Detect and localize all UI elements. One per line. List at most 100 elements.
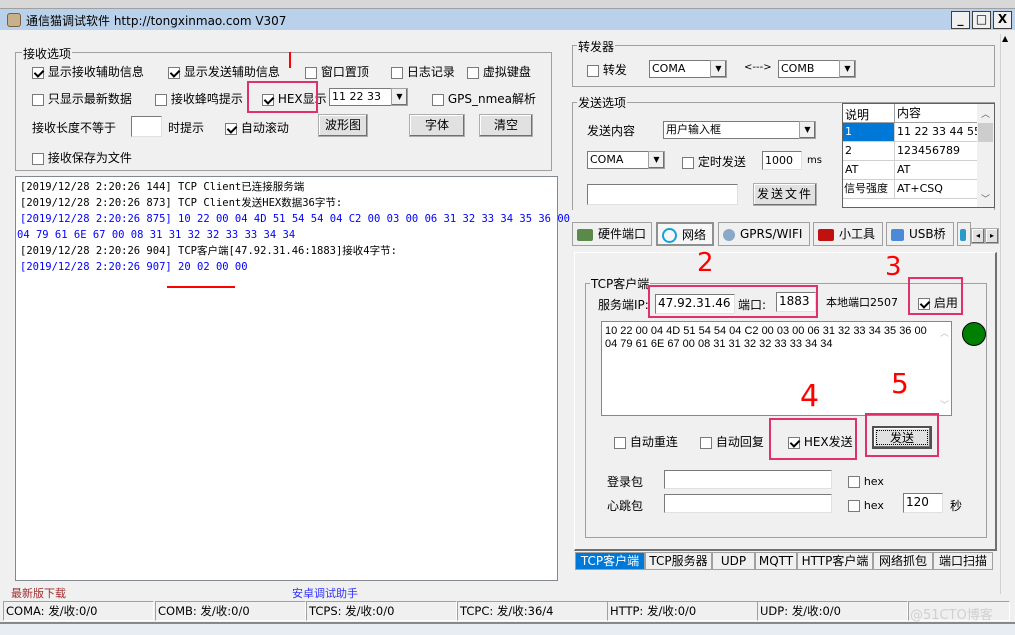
show-latest-only-checkbox[interactable] [32, 93, 44, 106]
table-header-content[interactable]: 内容 [894, 104, 921, 123]
tab-overflow-partial[interactable] [957, 222, 971, 246]
font-button[interactable]: 字体 [409, 114, 465, 137]
bottom-tab-http-client[interactable]: HTTP客户端 [797, 552, 873, 570]
forward-checkbox[interactable] [587, 64, 599, 77]
right-panel-scrollbar[interactable]: ▲ [1000, 34, 1012, 594]
send-file-button[interactable]: 发送文件 [753, 183, 817, 206]
table-row[interactable]: 信号强度 AT+CSQ [843, 180, 977, 199]
table-row[interactable]: 2 123456789 [843, 142, 977, 161]
show-recv-info-label: 显示接收辅助信息 [47, 65, 144, 79]
send-data-line: 04 79 61 6E 67 00 08 31 31 32 32 33 33 3… [605, 338, 833, 350]
tab-tools[interactable]: 小工具 [813, 222, 883, 246]
send-port-select[interactable]: COMA [587, 151, 648, 169]
android-helper-link[interactable]: 安卓调试助手 [292, 585, 358, 601]
scroll-thumb[interactable] [978, 123, 993, 142]
recv-beep-checkbox[interactable] [155, 93, 167, 106]
bottom-tab-mqtt[interactable]: MQTT [755, 552, 797, 570]
send-data-line: 10 22 00 04 4D 51 54 54 04 C2 00 03 00 0… [605, 325, 927, 337]
forward-left-port-select[interactable]: COMA [649, 60, 710, 78]
table-cell-content[interactable]: AT [894, 161, 977, 179]
bottom-tab-udp[interactable]: UDP [712, 552, 755, 570]
forward-arrow: <---> [744, 62, 772, 73]
tab-network[interactable]: 网络 [656, 222, 714, 246]
command-table[interactable]: 说明 内容 1 11 22 33 44 55 2 123456789 AT AT… [842, 103, 995, 208]
tab-gprs-wifi[interactable]: GPRS/WIFI [718, 222, 810, 246]
table-cell-desc[interactable]: 2 [843, 142, 894, 160]
receive-log[interactable]: [2019/12/28 2:20:26 144] TCP Client已连接服务… [15, 176, 570, 581]
send-content-select[interactable]: 用户输入框 [663, 121, 799, 139]
bottom-tab-tcp-server[interactable]: TCP服务器 [645, 552, 712, 570]
auto-scroll-checkbox[interactable] [225, 122, 237, 135]
status-comb: COMB: 发/收:0/0 [155, 601, 306, 621]
circuit-board-icon [577, 228, 593, 241]
annotation-3: 3 [885, 252, 902, 282]
annotation-underline [167, 286, 235, 288]
recv-length-input[interactable] [131, 116, 162, 137]
tab-hardware-port[interactable]: 硬件端口 [572, 222, 652, 246]
table-row[interactable]: 1 11 22 33 44 55 [843, 123, 981, 142]
table-cell-desc[interactable]: 信号强度 [843, 180, 894, 198]
toolbox-icon [818, 228, 834, 241]
login-hex-checkbox[interactable] [848, 475, 860, 488]
send-content-label: 发送内容 [587, 124, 636, 138]
window-top-checkbox[interactable] [305, 66, 317, 79]
bottom-tab-port-scan[interactable]: 端口扫描 [933, 552, 993, 570]
bottom-tab-packet-capture[interactable]: 网络抓包 [873, 552, 933, 570]
table-cell-content[interactable]: 123456789 [894, 142, 977, 160]
tab-usb-bridge[interactable]: USB桥 [886, 222, 954, 246]
clear-button[interactable]: 清空 [479, 114, 533, 137]
auto-reply-checkbox[interactable] [700, 436, 712, 449]
scroll-down-icon[interactable]: ﹀ [981, 192, 990, 205]
forward-left-dropdown-icon[interactable]: ▼ [710, 60, 727, 78]
tcp-client-label: TCP客户端 [590, 275, 651, 292]
table-cell-desc[interactable]: 1 [843, 123, 894, 141]
auto-reconnect-checkbox[interactable] [614, 436, 626, 449]
server-ip-label: 服务端IP: [598, 298, 649, 312]
scroll-up-icon[interactable]: ︿ [981, 107, 990, 120]
receive-options-label: 接收选项 [22, 45, 73, 62]
hex-format-select[interactable]: 11 22 33 [329, 88, 391, 106]
bottom-tab-tcp-client[interactable]: TCP客户端 [575, 552, 645, 570]
interval-unit: ms [807, 155, 822, 166]
usb-icon [891, 228, 904, 241]
annotation-5: 5 [891, 367, 909, 400]
tab-scroll-right-button[interactable]: ▸ [985, 228, 999, 244]
table-cell-desc[interactable]: AT [843, 161, 894, 179]
tab-label: 小工具 [839, 227, 876, 241]
login-packet-input[interactable] [664, 470, 832, 489]
show-recv-info-checkbox[interactable] [32, 66, 44, 79]
log-record-checkbox[interactable] [391, 66, 403, 79]
heartbeat-hex-checkbox[interactable] [848, 499, 860, 512]
table-cell-content[interactable]: 11 22 33 44 55 [894, 123, 981, 141]
table-row[interactable]: AT AT [843, 161, 977, 180]
textarea-scroll-down-icon[interactable]: ﹀ [940, 398, 949, 411]
table-scrollbar[interactable]: ︿ ﹀ [977, 104, 994, 207]
save-to-file-checkbox[interactable] [32, 152, 44, 165]
scroll-up-arrow-icon[interactable]: ▲ [1002, 34, 1008, 43]
virtual-keyboard-checkbox[interactable] [467, 66, 479, 79]
heartbeat-interval-input[interactable]: 120 [903, 493, 943, 513]
close-button[interactable]: X [993, 11, 1012, 29]
show-send-info-checkbox[interactable] [168, 66, 180, 79]
table-cell-content[interactable]: AT+CSQ [894, 180, 977, 198]
gps-nmea-checkbox[interactable] [432, 93, 444, 106]
interval-input[interactable]: 1000 [762, 151, 802, 170]
tab-label: GPRS/WIFI [740, 227, 803, 241]
textarea-scroll-up-icon[interactable]: ︿ [940, 326, 949, 339]
maximize-button[interactable]: □ [972, 11, 991, 29]
tab-scroll-left-button[interactable]: ◂ [971, 228, 985, 244]
table-header-desc[interactable]: 说明 [845, 106, 869, 123]
send-content-dropdown-icon[interactable]: ▼ [799, 121, 816, 139]
download-latest-link[interactable]: 最新版下载 [11, 585, 66, 601]
forward-right-dropdown-icon[interactable]: ▼ [839, 60, 856, 78]
timed-send-checkbox[interactable] [682, 156, 694, 169]
title-bar[interactable]: 通信猫调试软件 http://tongxinmao.com V307 _ □ X [0, 8, 1015, 30]
heartbeat-packet-input[interactable] [664, 494, 832, 513]
file-path-input[interactable] [587, 184, 738, 205]
forward-right-port-select[interactable]: COMB [778, 60, 839, 78]
send-port-dropdown-icon[interactable]: ▼ [648, 151, 665, 169]
minimize-button[interactable]: _ [951, 11, 970, 29]
hex-format-dropdown-icon[interactable]: ▼ [391, 88, 408, 106]
network-icon [662, 228, 677, 243]
waveform-button[interactable]: 波形图 [318, 114, 368, 137]
